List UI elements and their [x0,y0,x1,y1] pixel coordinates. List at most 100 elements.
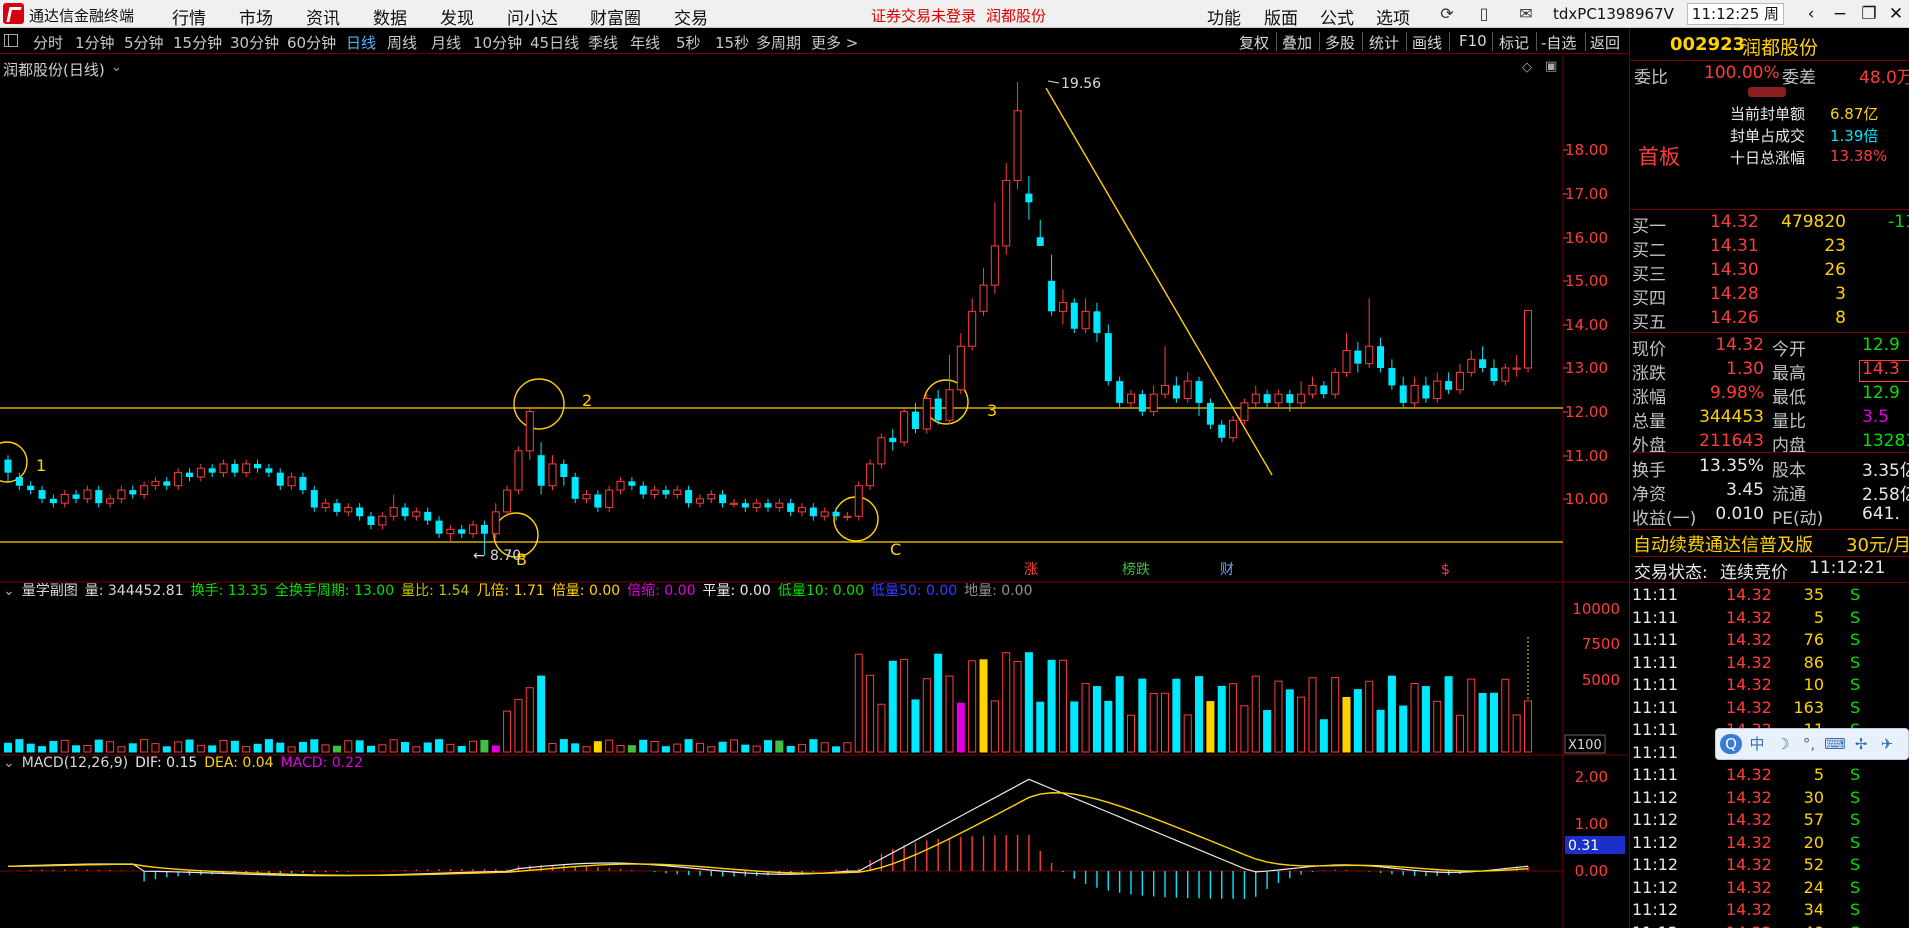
tool-multi-stock[interactable]: 多股 [1325,32,1355,53]
period-multi[interactable]: 多周期 [756,32,801,53]
menu-formula[interactable]: 公式 [1320,4,1354,29]
chart-maximize-icon[interactable]: ▣ [1545,59,1557,74]
bid-row[interactable]: 买五 14.26 8 [1630,308,1909,333]
bid-row[interactable]: 买二 14.31 23 [1630,236,1909,261]
bid-row[interactable]: 买一 14.32 479820 -11 [1630,212,1909,237]
period-more[interactable]: 更多 > [811,32,858,53]
ime-logo-icon[interactable]: Q [1720,734,1742,754]
phone-icon[interactable]: ▯ [1474,4,1494,24]
mail-icon[interactable]: ✉ [1516,4,1536,24]
tick-volume: 163 [1793,697,1824,717]
minimize-icon[interactable]: − [1826,2,1854,26]
volume-panel-dropdown-icon[interactable]: ⌄ [3,583,15,599]
trade-status-value: 连续竞价 [1720,563,1788,583]
ime-skin-icon[interactable]: ✈ [1876,734,1898,754]
expand-arrow-icon[interactable] [1748,87,1786,97]
menu-discover[interactable]: 发现 [440,4,474,29]
volume-bar [49,740,58,753]
ime-chinese-icon[interactable]: 中 [1746,734,1768,754]
restore-icon[interactable]: ❐ [1855,2,1883,26]
period-10min[interactable]: 10分钟 [473,32,522,53]
volume-axis: 10000 7500 5000 [1572,600,1620,689]
sidebar-toggle-icon[interactable] [4,34,18,47]
tool-watchlist[interactable]: -自选 [1541,32,1576,53]
menu-options[interactable]: 选项 [1376,4,1410,29]
candle-body [231,463,239,473]
menu-market[interactable]: 市场 [239,4,273,29]
kline-chart[interactable]: 18.00 17.00 16.00 15.00 14.00 13.00 12.0… [0,55,1628,928]
period-yearly[interactable]: 年线 [630,32,660,53]
candle-body [1138,394,1146,412]
tool-back[interactable]: 返回 [1590,32,1620,53]
seal-label: 当前封单额 [1730,105,1806,123]
refresh-icon[interactable]: ⟳ [1437,4,1457,24]
tool-f10[interactable]: F10 [1459,32,1487,50]
menu-ask[interactable]: 问小达 [507,4,558,29]
period-monthly[interactable]: 月线 [431,32,461,53]
stock-code: 002923 [1670,34,1746,55]
chart-title-dropdown-icon[interactable]: ⌄ [111,60,122,75]
menu-layout[interactable]: 版面 [1264,4,1298,29]
ad-price[interactable]: 30元/月 [1846,531,1909,557]
period-weekly[interactable]: 周线 [387,32,417,53]
chart-diamond-icon[interactable]: ◇ [1522,60,1532,75]
period-5min[interactable]: 5分钟 [124,32,164,53]
menu-function[interactable]: 功能 [1207,4,1241,29]
volume-bar [106,741,115,753]
ime-moon-icon[interactable]: ☽ [1772,734,1794,754]
close-icon[interactable]: ✕ [1882,2,1909,26]
period-5sec[interactable]: 5秒 [676,32,701,53]
stat-label: 收益(一) [1632,509,1697,529]
ime-tools-icon[interactable]: ✢ [1850,734,1872,754]
ime-toolbar[interactable]: Q 中 ☽ °, ⌨ ✢ ✈ [1715,728,1909,760]
period-daily[interactable]: 日线 [346,32,376,53]
tool-draw[interactable]: 画线 [1412,32,1442,53]
stock-notice[interactable]: 润都股份 [986,5,1046,26]
stat-value: 641. [1862,504,1900,524]
indicator-value: 几倍: 1.71 [476,583,545,599]
volume-bar [298,741,307,753]
period-60min[interactable]: 60分钟 [287,32,336,53]
login-notice[interactable]: 证券交易未登录 [871,5,976,26]
tool-stats[interactable]: 统计 [1369,32,1399,53]
volume-bar [1138,678,1147,753]
weibi-row: 委比 100.00% 委差 48.0万 [1630,63,1909,88]
period-15sec[interactable]: 15秒 [715,32,749,53]
volume-bar [1229,683,1238,753]
app-title: 通达信金融终端 [29,7,135,25]
bid-row[interactable]: 买四 14.28 3 [1630,284,1909,309]
menu-trade[interactable]: 交易 [674,4,708,29]
stat-label: 换手 [1632,461,1666,481]
menu-quotes[interactable]: 行情 [172,4,206,29]
period-45day[interactable]: 45日线 [530,32,579,53]
tool-overlay[interactable]: 叠加 [1282,32,1312,53]
period-30min[interactable]: 30分钟 [230,32,279,53]
menu-news[interactable]: 资讯 [306,4,340,29]
period-quarterly[interactable]: 季线 [588,32,618,53]
period-intraday[interactable]: 分时 [33,32,63,53]
tick-price: 14.32 [1726,877,1772,897]
tool-mark[interactable]: 标记 [1499,32,1529,53]
volume-bar [945,675,954,753]
back-icon[interactable]: ‹ [1797,2,1825,26]
volume-bar [389,739,398,753]
bid-row[interactable]: 买三 14.30 26 [1630,260,1909,285]
volume-bar [934,653,943,753]
period-1min[interactable]: 1分钟 [75,32,115,53]
volume-bar [956,702,965,753]
menu-wealth-circle[interactable]: 财富圈 [590,4,641,29]
tick-price: 14.32 [1726,765,1772,784]
candle-body [1422,385,1430,399]
ime-punct-icon[interactable]: °, [1798,734,1820,754]
ad-banner[interactable]: 自动续费通达信普及版 30元/月 [1630,531,1909,556]
ad-text[interactable]: 自动续费通达信普及版 [1633,531,1813,557]
candle-body [1036,237,1044,246]
tool-adjust[interactable]: 复权 [1239,32,1269,53]
period-15min[interactable]: 15分钟 [173,32,222,53]
macd-panel-dropdown-icon[interactable]: ⌄ [3,755,15,771]
ime-keyboard-icon[interactable]: ⌨ [1824,734,1846,754]
menu-data[interactable]: 数据 [373,4,407,29]
tick-side: S [1850,832,1861,852]
volume-bar [355,740,364,753]
tick-time: 11:11 [1632,675,1679,694]
